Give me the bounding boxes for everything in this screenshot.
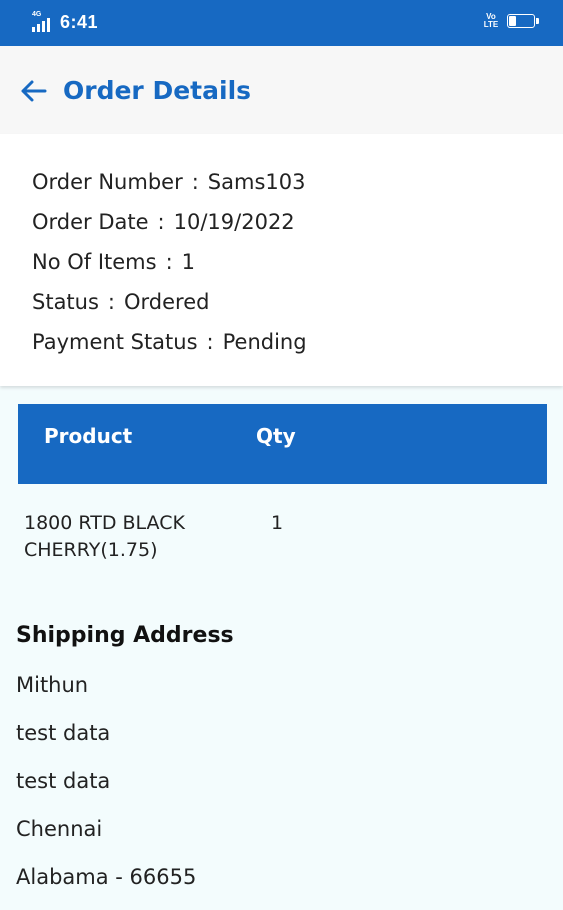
- order-date-value: 10/19/2022: [173, 210, 295, 234]
- column-header-product: Product: [44, 424, 133, 448]
- separator: :: [165, 250, 173, 274]
- address-state-zip: Alabama - 66655: [16, 865, 197, 889]
- column-header-qty: Qty: [256, 424, 296, 448]
- separator: :: [107, 290, 115, 314]
- status-right: Vo LTE 25: [483, 12, 539, 29]
- order-status-row: Status: Ordered: [32, 288, 307, 328]
- address-line-2: test data: [16, 769, 111, 793]
- order-status-value: Ordered: [124, 290, 210, 314]
- page-title: Order Details: [63, 76, 252, 105]
- back-button[interactable]: [16, 74, 50, 108]
- order-date-row: Order Date:10/19/2022: [32, 208, 307, 248]
- separator: :: [157, 210, 165, 234]
- order-number-value: Sams103: [207, 170, 306, 194]
- item-count-label: No Of Items: [32, 250, 157, 274]
- product-name-cell: 1800 RTD BLACK CHERRY(1.75): [24, 512, 185, 561]
- volte-icon: Vo LTE: [483, 12, 499, 29]
- address-name: Mithun: [16, 673, 89, 697]
- battery-icon: 25: [507, 14, 539, 28]
- table-header: Product Qty: [18, 404, 547, 484]
- status-left: 4G 6:41: [32, 10, 99, 33]
- payment-status-label: Payment Status: [32, 330, 198, 354]
- address-city: Chennai: [16, 817, 103, 841]
- product-qty-cell: 1: [271, 512, 284, 534]
- order-summary-card: Order Number: Sams103 Order Date:10/19/20…: [0, 134, 563, 386]
- shipping-address-title: Shipping Address: [16, 623, 234, 648]
- arrow-left-icon: [21, 80, 47, 102]
- order-summary-list: Order Number: Sams103 Order Date:10/19/20…: [32, 168, 307, 368]
- order-status-label: Status: [32, 290, 99, 314]
- order-number-row: Order Number: Sams103: [32, 168, 307, 208]
- network-type-label: 4G: [32, 10, 42, 18]
- order-number-label: Order Number: [32, 170, 183, 194]
- app-header: Order Details: [0, 46, 563, 134]
- shipping-address-section: Shipping Address Mithun test data test d…: [16, 620, 234, 910]
- payment-status-value: Pending: [222, 330, 307, 354]
- table-row[interactable]: 1800 RTD BLACK CHERRY(1.75) 1: [18, 484, 547, 574]
- item-count-value: 1: [181, 250, 196, 274]
- battery-level-text: 25: [516, 16, 526, 25]
- address-line-1: test data: [16, 721, 111, 745]
- separator: :: [191, 170, 199, 194]
- item-count-row: No Of Items:1: [32, 248, 307, 288]
- status-bar: 4G 6:41 Vo LTE 25: [0, 0, 563, 46]
- order-date-label: Order Date: [32, 210, 149, 234]
- signal-icon: 4G: [32, 10, 52, 32]
- clock-time: 6:41: [60, 12, 99, 32]
- products-table: Product Qty 1800 RTD BLACK CHERRY(1.75) …: [18, 404, 547, 574]
- separator: :: [206, 330, 214, 354]
- payment-status-row: Payment Status: Pending: [32, 328, 307, 368]
